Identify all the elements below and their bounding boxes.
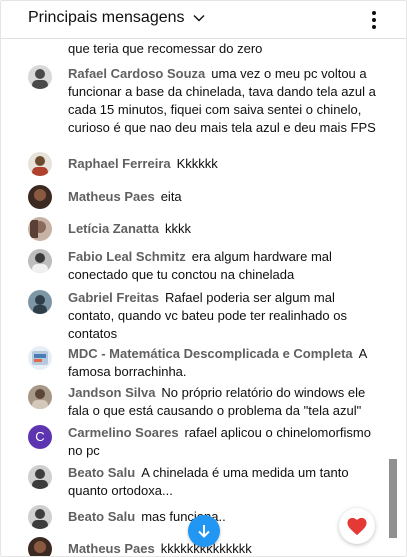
avatar[interactable]: C — [28, 425, 52, 449]
chat-message: Beato Salu A chinelada é uma medida um ta… — [28, 464, 378, 500]
chat-message: Letícia Zanatta kkkk — [28, 217, 378, 241]
chat-message: C Carmelino Soares rafael aplicou o chine… — [28, 424, 378, 460]
chat-message: Jandson Silva No próprio relatório do win… — [28, 384, 378, 420]
chat-message: MDC - Matemática Descomplicada e Complet… — [28, 345, 378, 381]
author-name[interactable]: Matheus Paes — [68, 189, 155, 204]
message-text: kkkk — [165, 221, 192, 236]
avatar[interactable] — [28, 346, 52, 370]
scroll-to-bottom-button[interactable] — [188, 515, 220, 547]
author-name[interactable]: Carmelino Soares — [68, 425, 179, 440]
author-name[interactable]: Rafael Cardoso Souza — [68, 66, 205, 81]
author-name[interactable]: Beato Salu — [68, 465, 135, 480]
chat-message: Fabio Leal Schmitz era algum hardware mal… — [28, 248, 378, 284]
author-name[interactable]: Letícia Zanatta — [68, 221, 159, 236]
chat-message: Matheus Paes eita — [28, 185, 378, 209]
author-name[interactable]: Jandson Silva — [68, 385, 155, 400]
message-text: eita — [160, 189, 182, 204]
chat-mode-dropdown[interactable]: Principais mensagens — [28, 9, 207, 27]
author-name[interactable]: Matheus Paes — [68, 541, 155, 556]
author-name[interactable]: Fabio Leal Schmitz — [68, 249, 186, 264]
message-text: Kkkkkk — [176, 156, 218, 171]
avatar[interactable] — [28, 505, 52, 529]
message-list: que teria que recomessar do zero Rafael … — [1, 39, 389, 556]
heart-icon — [347, 517, 367, 536]
scrollbar-thumb[interactable] — [389, 459, 397, 538]
reaction-button[interactable] — [339, 508, 375, 544]
avatar[interactable] — [28, 537, 52, 556]
avatar[interactable] — [28, 185, 52, 209]
avatar[interactable] — [28, 290, 52, 314]
avatar[interactable] — [28, 465, 52, 489]
chat-message: Raphael Ferreira Kkkkkk — [28, 152, 378, 176]
avatar[interactable] — [28, 249, 52, 273]
chevron-down-icon — [193, 15, 205, 22]
chat-mode-label: Principais mensagens — [28, 9, 185, 26]
author-name[interactable]: MDC - Matemática Descomplicada e Complet… — [68, 346, 353, 361]
chat-message: Rafael Cardoso Souza uma vez o meu pc vol… — [28, 65, 378, 137]
more-vert-icon[interactable] — [364, 9, 384, 31]
live-chat-panel: Principais mensagens que teria que recom… — [0, 0, 407, 557]
avatar[interactable] — [28, 65, 52, 89]
avatar[interactable] — [28, 217, 52, 241]
author-name[interactable]: Raphael Ferreira — [68, 156, 171, 171]
author-name[interactable]: Beato Salu — [68, 509, 135, 524]
chat-header: Principais mensagens — [1, 1, 406, 39]
arrow-down-icon — [198, 525, 210, 538]
avatar[interactable] — [28, 152, 52, 176]
avatar[interactable] — [28, 385, 52, 409]
message-fragment: que teria que recomessar do zero — [68, 41, 263, 56]
author-name[interactable]: Gabriel Freitas — [68, 290, 159, 305]
chat-message: Gabriel Freitas Rafael poderia ser algum … — [28, 289, 378, 343]
avatar-letter: C — [35, 429, 45, 444]
